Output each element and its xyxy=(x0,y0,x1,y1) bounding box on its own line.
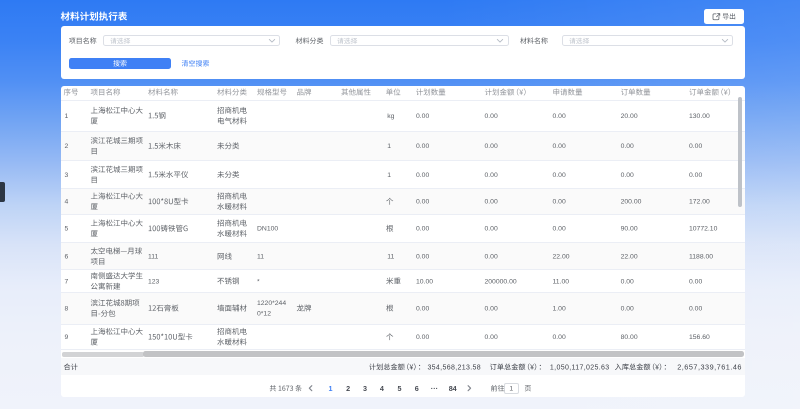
svg-text:7: 7 xyxy=(65,278,69,285)
svg-text:1.00: 1.00 xyxy=(553,305,566,312)
svg-text:80.00: 80.00 xyxy=(621,334,638,341)
svg-text:0.00: 0.00 xyxy=(553,113,566,120)
svg-text:200000.00: 200000.00 xyxy=(485,278,517,285)
svg-text:0.00: 0.00 xyxy=(485,172,498,179)
svg-text:6: 6 xyxy=(65,254,69,261)
svg-text:20.00: 20.00 xyxy=(621,113,638,120)
svg-text:DN100: DN100 xyxy=(257,226,278,233)
svg-text:11.00: 11.00 xyxy=(553,278,570,285)
svg-text:11: 11 xyxy=(257,254,264,261)
svg-text:0.00: 0.00 xyxy=(416,113,429,120)
svg-text:10.00: 10.00 xyxy=(416,278,433,285)
svg-text:156.60: 156.60 xyxy=(689,334,710,341)
svg-text:90.00: 90.00 xyxy=(621,226,638,233)
svg-text:0.00: 0.00 xyxy=(621,305,634,312)
svg-text:1: 1 xyxy=(387,143,391,150)
svg-text:0.00: 0.00 xyxy=(485,334,498,341)
svg-text:0*12: 0*12 xyxy=(257,311,271,318)
svg-text:5: 5 xyxy=(398,384,402,393)
svg-text:9: 9 xyxy=(65,334,69,341)
svg-text:11: 11 xyxy=(387,254,394,261)
svg-text:3: 3 xyxy=(65,172,69,179)
svg-text:1,050,117,025.63: 1,050,117,025.63 xyxy=(550,364,610,371)
svg-text:22.00: 22.00 xyxy=(553,254,570,261)
svg-text:0.00: 0.00 xyxy=(621,172,634,179)
svg-text:0.00: 0.00 xyxy=(416,172,429,179)
svg-text:0.00: 0.00 xyxy=(689,172,702,179)
svg-text:···: ··· xyxy=(431,384,438,393)
svg-text:1220*244: 1220*244 xyxy=(257,300,286,307)
svg-text:0.00: 0.00 xyxy=(621,143,634,150)
svg-text:0.00: 0.00 xyxy=(689,143,702,150)
svg-text:0.00: 0.00 xyxy=(553,199,566,206)
svg-text:0.00: 0.00 xyxy=(553,334,566,341)
svg-text:0.00: 0.00 xyxy=(485,305,498,312)
svg-text:0.00: 0.00 xyxy=(485,226,498,233)
svg-text:0.00: 0.00 xyxy=(689,278,702,285)
svg-text:0.00: 0.00 xyxy=(416,254,429,261)
svg-text:0.00: 0.00 xyxy=(416,143,429,150)
svg-text:172.00: 172.00 xyxy=(689,199,710,206)
svg-text:0.00: 0.00 xyxy=(689,305,702,312)
svg-text:200.00: 200.00 xyxy=(621,199,642,206)
svg-text:2: 2 xyxy=(65,143,69,150)
svg-text:354,568,213.58: 354,568,213.58 xyxy=(427,364,481,371)
svg-text:1: 1 xyxy=(329,384,333,393)
svg-text:0.00: 0.00 xyxy=(485,113,498,120)
svg-text:0.00: 0.00 xyxy=(416,334,429,341)
svg-text:2,657,339,761.46: 2,657,339,761.46 xyxy=(677,362,742,371)
svg-text:0.00: 0.00 xyxy=(416,305,429,312)
svg-text:0.00: 0.00 xyxy=(485,254,498,261)
svg-text:0.00: 0.00 xyxy=(485,143,498,150)
svg-text:0.00: 0.00 xyxy=(553,143,566,150)
svg-text:kg: kg xyxy=(387,113,394,120)
svg-text:4: 4 xyxy=(65,199,69,206)
svg-text:1188.00: 1188.00 xyxy=(689,254,713,261)
svg-text:0.00: 0.00 xyxy=(485,199,498,206)
svg-text:111: 111 xyxy=(148,254,159,261)
svg-text:1: 1 xyxy=(509,386,513,393)
svg-text:0.00: 0.00 xyxy=(621,278,634,285)
svg-text:4: 4 xyxy=(380,384,384,393)
svg-text:130.00: 130.00 xyxy=(689,113,710,120)
svg-text:*: * xyxy=(257,278,260,285)
svg-text:6: 6 xyxy=(415,384,419,393)
svg-text:84: 84 xyxy=(449,384,457,393)
svg-text:0.00: 0.00 xyxy=(553,226,566,233)
svg-text:1: 1 xyxy=(65,113,69,120)
svg-text:0.00: 0.00 xyxy=(416,199,429,206)
svg-text:0.00: 0.00 xyxy=(553,172,566,179)
svg-text:1: 1 xyxy=(387,172,391,179)
svg-text:3: 3 xyxy=(363,384,367,393)
svg-text:123: 123 xyxy=(148,278,160,285)
svg-text:5: 5 xyxy=(65,226,69,233)
svg-text:22.00: 22.00 xyxy=(621,254,638,261)
svg-text:8: 8 xyxy=(65,305,69,312)
svg-text:2: 2 xyxy=(346,384,350,393)
svg-text:0.00: 0.00 xyxy=(416,226,429,233)
svg-text:10772.10: 10772.10 xyxy=(689,226,718,233)
